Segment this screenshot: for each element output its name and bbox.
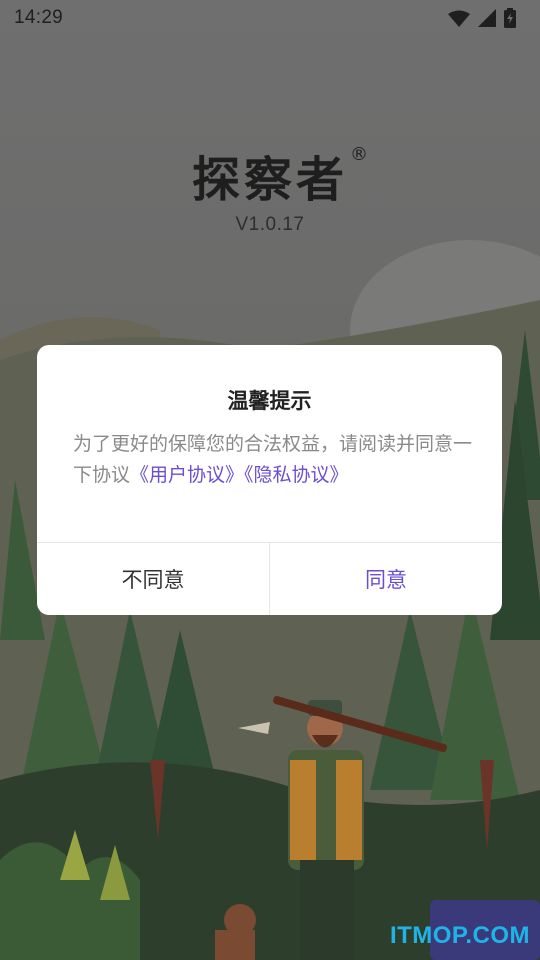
splash-screen: 14:29 探察者 ® V1.0.17 温馨提示 为了更好的保障您的合法权益，请… xyxy=(0,0,540,960)
status-bar: 14:29 xyxy=(0,0,540,36)
dialog-message: 为了更好的保障您的合法权益，请阅读并同意一下协议《用户协议》《隐私协议》 xyxy=(73,429,473,491)
status-time: 14:29 xyxy=(14,7,64,28)
user-agreement-link[interactable]: 《用户协议》 xyxy=(130,464,244,486)
app-logo-text: 探察者 ® xyxy=(191,140,368,210)
signal-icon xyxy=(478,9,496,27)
disagree-button[interactable]: 不同意 xyxy=(37,543,270,615)
dialog-title: 温馨提示 xyxy=(227,389,312,413)
app-version: V1.0.17 xyxy=(235,214,305,235)
status-icons xyxy=(448,8,516,28)
dialog-actions: 不同意 同意 xyxy=(37,542,502,615)
logo-wordmark: 探察者 xyxy=(191,152,348,208)
watermark: ITMOP.COM xyxy=(389,922,530,949)
notice-dialog: 温馨提示 为了更好的保障您的合法权益，请阅读并同意一下协议《用户协议》《隐私协议… xyxy=(37,345,502,615)
agree-button[interactable]: 同意 xyxy=(270,543,502,615)
battery-icon xyxy=(504,8,516,28)
registered-mark: ® xyxy=(350,144,372,165)
privacy-policy-link[interactable]: 《隐私协议》 xyxy=(244,464,349,486)
wifi-icon xyxy=(448,10,470,27)
app-logo: 探察者 ® xyxy=(0,140,540,210)
